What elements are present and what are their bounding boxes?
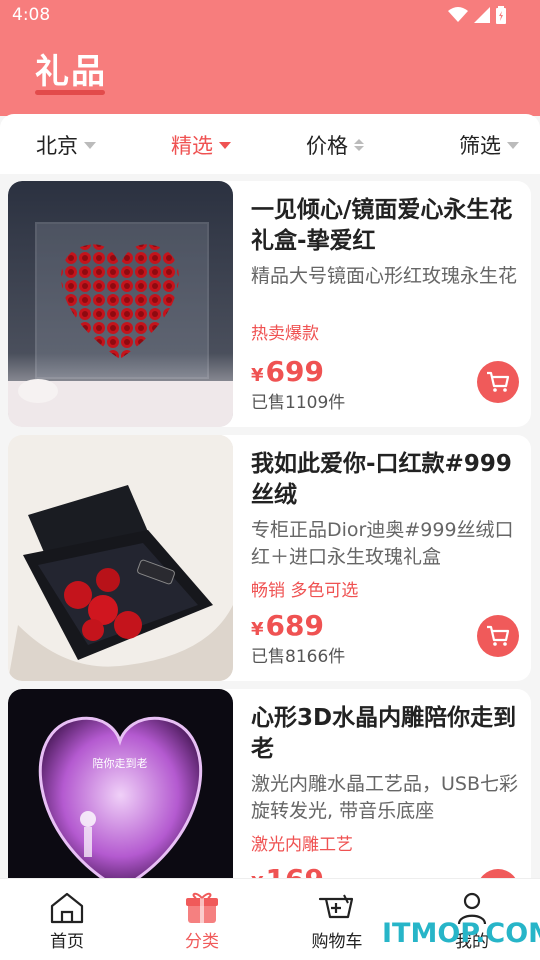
product-card[interactable]: 我如此爱你-口红款#999丝绒 专柜正品Dior迪奥#999丝绒口红＋进口永生玫… [8, 435, 531, 681]
filter-city-label: 北京 [36, 134, 78, 158]
product-tag: 畅销 多色可选 [251, 581, 359, 601]
cart-icon [318, 894, 354, 919]
add-to-cart-button[interactable] [477, 361, 519, 403]
product-tag: 热卖爆款 [251, 324, 319, 344]
product-desc: 激光内雕水晶工艺品，USB七彩旋转发光, 带音乐底座 [251, 773, 519, 822]
product-tag: 激光内雕工艺 [251, 835, 353, 855]
currency-symbol: ¥ [251, 365, 264, 386]
title-underline [35, 90, 105, 95]
sort-icon [354, 139, 364, 151]
add-to-cart-button[interactable] [477, 869, 519, 878]
product-image [8, 181, 233, 427]
signal-icon [474, 7, 490, 23]
battery-icon [496, 6, 506, 24]
price-value: 699 [265, 355, 324, 388]
filter-featured[interactable]: 精选 [171, 130, 231, 160]
product-desc: 精品大号镜面心形红玫瑰永生花 [251, 265, 518, 287]
status-time: 4:08 [12, 5, 51, 25]
filter-price[interactable]: 价格 [306, 130, 364, 160]
chevron-down-icon [84, 141, 96, 149]
wifi-icon [448, 7, 468, 22]
product-card[interactable]: 陪你走到老 心形3D水晶内雕陪你走到老 激光内雕水晶工艺品，USB七彩旋转发光,… [8, 689, 531, 878]
product-name[interactable]: 一见倾心/镜面爱心永生花礼盒-挚爱红 [251, 195, 529, 257]
product-sold: 已售1109件 [251, 393, 346, 413]
chevron-down-icon [507, 141, 519, 149]
product-price: ¥699 [251, 355, 324, 388]
watermark-logo: ITMOP.COM [382, 918, 540, 949]
price-value: 169 [266, 863, 324, 878]
currency-symbol: ¥ [251, 619, 264, 640]
product-price: ¥169 [251, 863, 324, 878]
product-image: 陪你走到老 [8, 689, 233, 878]
tab-category[interactable]: 分类 [157, 891, 247, 952]
crystal-engraving-text: 陪你走到老 [93, 756, 148, 770]
cart-icon [487, 625, 510, 646]
product-name[interactable]: 我如此爱你-口红款#999丝绒 [251, 449, 529, 511]
tab-home[interactable]: 首页 [22, 891, 112, 952]
product-list[interactable]: 一见倾心/镜面爱心永生花礼盒-挚爱红 精品大号镜面心形红玫瑰永生花 热卖爆款 ¥… [0, 174, 540, 878]
tab-category-label: 分类 [185, 932, 219, 952]
product-sold: 已售8166件 [251, 647, 346, 667]
status-bar: 4:08 [0, 0, 540, 30]
status-icons [448, 6, 506, 24]
cart-icon [487, 371, 510, 392]
product-price: ¥689 [251, 609, 324, 642]
add-to-cart-button[interactable] [477, 615, 519, 657]
gift-icon [186, 892, 218, 923]
product-name[interactable]: 心形3D水晶内雕陪你走到老 [251, 703, 529, 765]
filter-price-label: 价格 [306, 134, 348, 158]
price-value: 689 [265, 609, 324, 642]
home-icon [50, 892, 84, 924]
tab-home-label: 首页 [50, 932, 84, 952]
filter-bar: 北京 精选 价格 筛选 [0, 114, 540, 174]
filter-more-label: 筛选 [459, 134, 501, 158]
chevron-down-icon [219, 141, 231, 149]
filter-featured-label: 精选 [171, 134, 213, 158]
page-title: 礼品 [35, 52, 107, 92]
product-card[interactable]: 一见倾心/镜面爱心永生花礼盒-挚爱红 精品大号镜面心形红玫瑰永生花 热卖爆款 ¥… [8, 181, 531, 427]
filter-more[interactable]: 筛选 [459, 130, 519, 160]
header: 礼品 [0, 30, 540, 116]
filter-city[interactable]: 北京 [36, 130, 96, 160]
product-desc: 专柜正品Dior迪奥#999丝绒口红＋进口永生玫瑰礼盒 [251, 519, 514, 568]
product-image [8, 435, 233, 681]
tab-cart[interactable]: 购物车 [292, 891, 382, 952]
tab-cart-label: 购物车 [311, 932, 363, 952]
